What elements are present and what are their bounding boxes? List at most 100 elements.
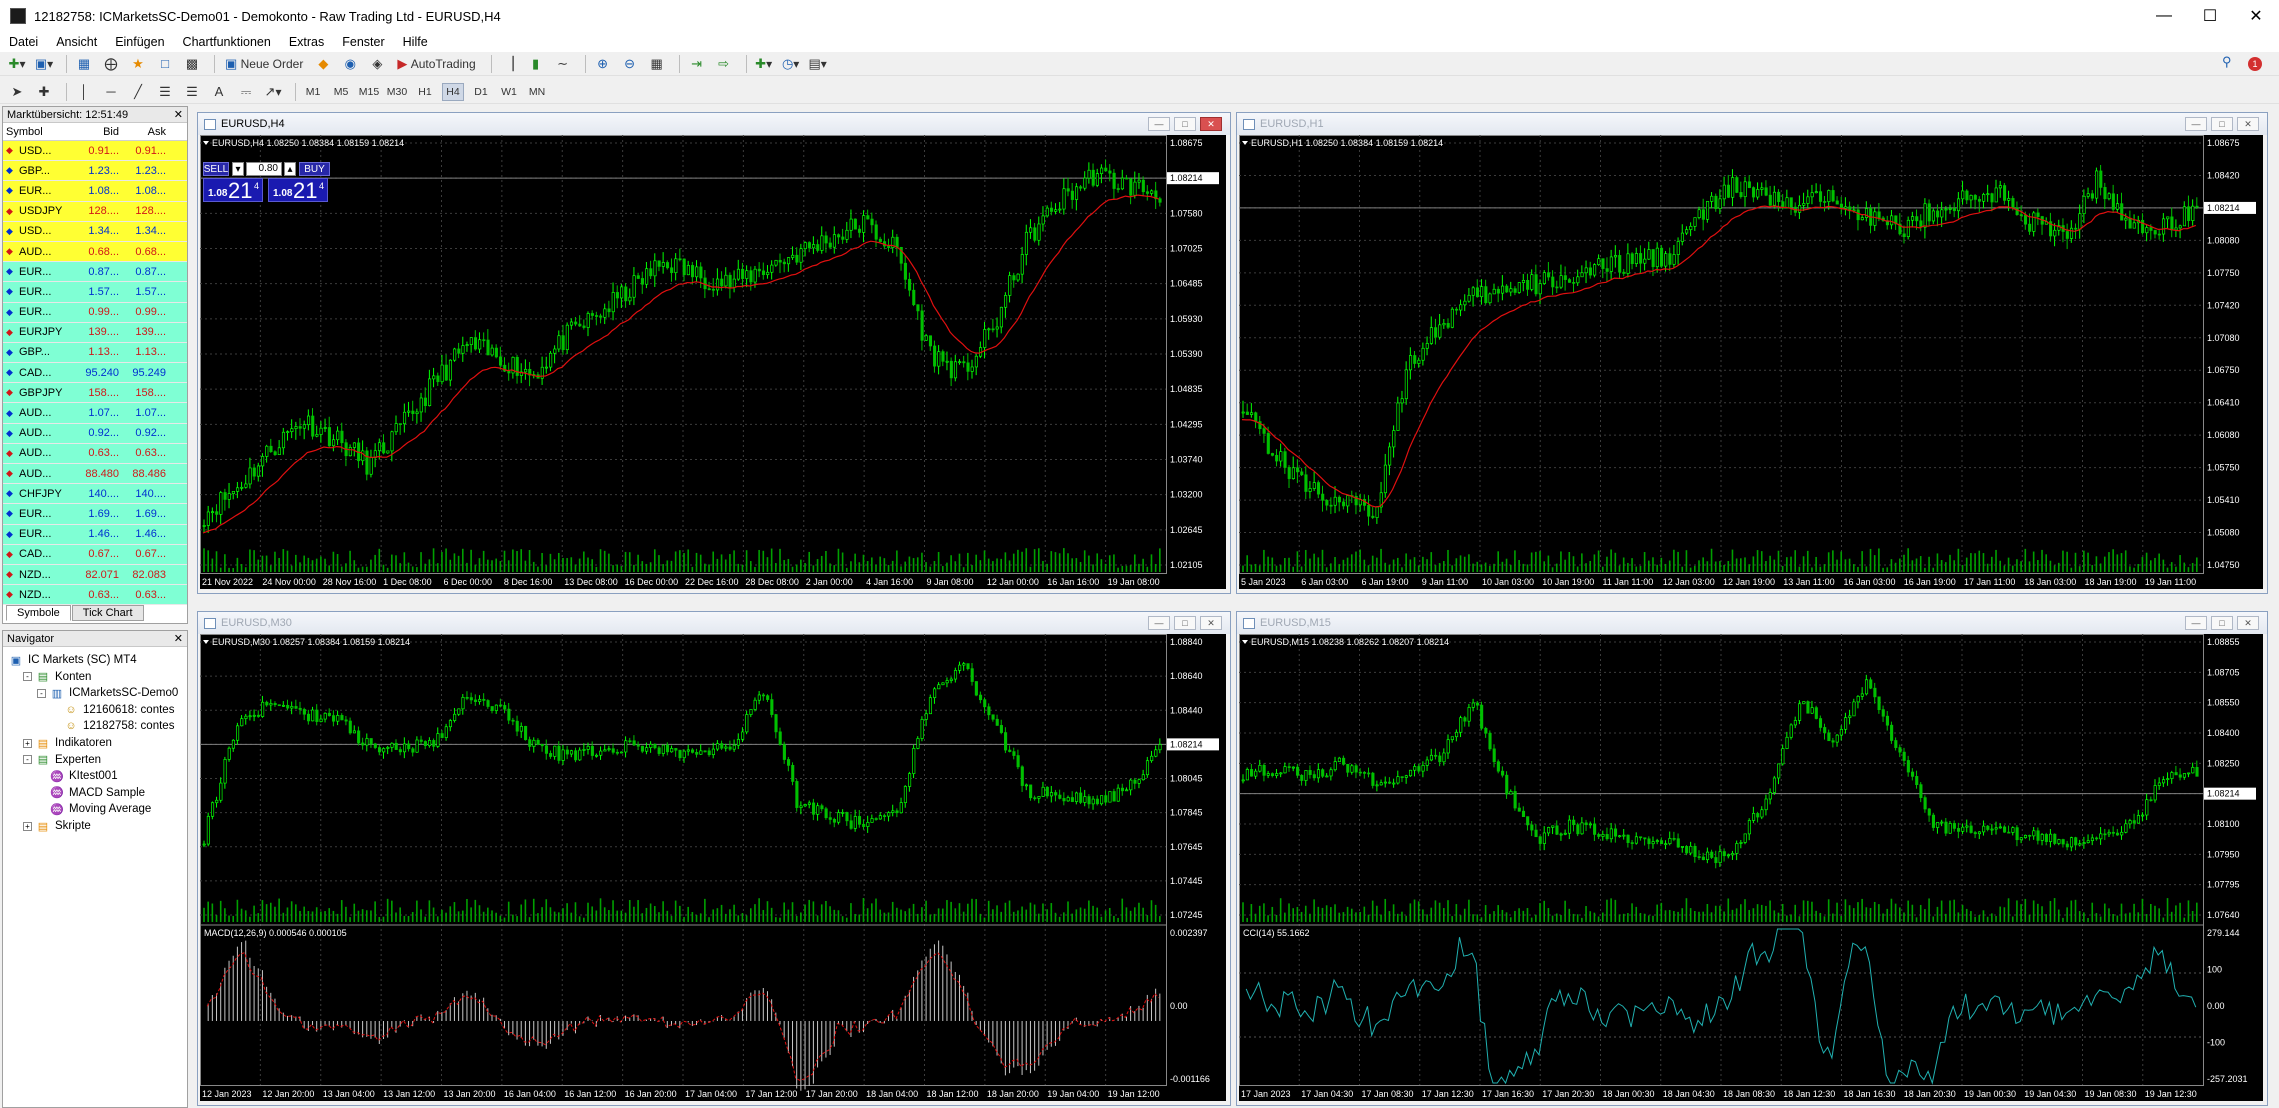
market-watch-row[interactable]: ◆ GBP... 1.23... 1.23... (3, 161, 187, 182)
chart-restore-button[interactable]: □ (1174, 616, 1196, 630)
chart-canvas[interactable]: 1.08855 1.08705 1.08550 1.08400 1.08250 1.082… (1239, 634, 2263, 1101)
vertical-line-tool[interactable]: │ (73, 82, 95, 102)
crosshair-tool[interactable]: ✚ (33, 82, 55, 102)
data-window-toggle[interactable]: ⨁ (100, 54, 122, 74)
channel-tool[interactable]: ☰ (154, 82, 176, 102)
market-watch-row[interactable]: ◆ CAD... 0.67... 0.67... (3, 544, 187, 565)
chart-close-button[interactable]: ✕ (1200, 117, 1222, 131)
navigator-item[interactable]: - ▤ Experten (23, 751, 101, 769)
chart-shift-button[interactable]: ⇥ (686, 54, 708, 74)
timeframe-mn[interactable]: MN (526, 83, 548, 101)
tree-expander-icon[interactable]: + (23, 738, 32, 748)
new-order-button[interactable]: ▣ Neue Order (221, 54, 307, 74)
line-chart-button[interactable]: ∼ (552, 54, 574, 74)
navigator-item[interactable]: ☺ 12182758: contes (51, 717, 174, 735)
menu-chartfunktionen[interactable]: Chartfunktionen (174, 35, 280, 49)
trendline-tool[interactable]: ╱ (127, 82, 149, 102)
lot-decrease-button[interactable]: ▾ (232, 162, 244, 176)
fibonacci-tool[interactable]: ☰ (181, 82, 203, 102)
market-watch-row[interactable]: ◆ AUD... 1.07... 1.07... (3, 403, 187, 424)
chart-window-header[interactable]: EURUSD,M30 — □ ✕ (198, 612, 1230, 634)
market-watch-row[interactable]: ◆ EUR... 1.46... 1.46... (3, 524, 187, 545)
text-label-tool[interactable]: ⎓ (235, 82, 257, 102)
navigator-toggle[interactable]: ★ (127, 54, 149, 74)
timeframe-w1[interactable]: W1 (498, 83, 520, 101)
close-window-button[interactable]: ✕ (2233, 0, 2279, 32)
zoom-in-button[interactable]: ⊕ (592, 54, 614, 74)
tree-expander-icon[interactable]: - (37, 688, 46, 698)
chart-window-eurusd-h4[interactable]: EURUSD,H4— □ ✕ 1.08675 1.08214 1.07580 1.07025… (197, 112, 1231, 594)
candlestick-button[interactable]: ▮ (525, 54, 547, 74)
navigator-item[interactable]: - ▥ ICMarketsSC-Demo0 (37, 684, 178, 702)
notifications-button[interactable]: 1 (2248, 56, 2262, 71)
close-market-watch-button[interactable]: ✕ (174, 108, 183, 121)
arrows-tool[interactable]: ↗ ▾ (262, 82, 284, 102)
buy-price-button[interactable]: 1.08 21 4 (268, 178, 328, 203)
terminal-toggle[interactable]: □ (154, 54, 176, 74)
chart-window-eurusd-m30[interactable]: EURUSD,M30 — □ ✕ 1.08840 1.08640 1.08440 1.0821… (197, 611, 1231, 1106)
market-watch-row[interactable]: ◆ AUD... 0.68... 0.68... (3, 241, 187, 263)
minimize-button[interactable]: — (2141, 0, 2187, 32)
cursor-tool[interactable]: ➤ (6, 82, 28, 102)
close-navigator-button[interactable]: ✕ (174, 632, 183, 645)
market-watch-row[interactable]: ◆ EUR... 1.69... 1.69... (3, 504, 187, 525)
templates-button[interactable]: ▤ ▾ (807, 54, 829, 74)
col-symbol[interactable]: Symbol (3, 126, 71, 138)
market-watch-row[interactable]: ◆ EURJPY 139.... 139.... (3, 322, 187, 343)
market-watch-row[interactable]: ◆ EUR... 1.08... 1.08... (3, 181, 187, 202)
market-watch-row[interactable]: ◆ EUR... 1.57... 1.57... (3, 282, 187, 303)
market-watch-row[interactable]: ◆ EUR... 0.99... 0.99... (3, 302, 187, 323)
market-watch-row[interactable]: ◆ CHFJPY 140.... 140.... (3, 484, 187, 505)
tree-expander-icon[interactable]: - (23, 755, 32, 765)
market-watch-row[interactable]: ◆ CAD... 95.240 95.249 (3, 363, 187, 384)
chart-close-button[interactable]: ✕ (1200, 616, 1222, 630)
chart-canvas[interactable]: 1.086751.082141.075801.070251.064851.059… (200, 135, 1226, 589)
navigator-item[interactable]: - ▤ Konten (23, 668, 91, 686)
bar-chart-button[interactable]: ▕ (498, 54, 520, 74)
metaeditor-button[interactable]: ◆ (312, 54, 334, 74)
market-watch-toggle[interactable]: ▦ (73, 54, 95, 74)
sell-button[interactable]: SELL (203, 162, 229, 176)
market-watch-row[interactable]: ◆ GBPJPY 158.... 158.... (3, 383, 187, 404)
signals-button[interactable]: ◉ (339, 54, 361, 74)
navigator-item[interactable]: ▣ IC Markets (SC) MT4 (9, 651, 137, 669)
navigator-item[interactable]: + ▤ Skripte (23, 817, 91, 835)
chart-minimize-button[interactable]: — (2185, 616, 2207, 630)
tree-expander-icon[interactable]: - (23, 672, 32, 682)
text-tool[interactable]: A (208, 82, 230, 102)
menu-hilfe[interactable]: Hilfe (394, 35, 437, 49)
chart-dropdown-icon[interactable] (1242, 141, 1248, 145)
chart-window-header[interactable]: EURUSD,M15 — □ ✕ (1237, 612, 2267, 634)
tree-expander-icon[interactable]: + (23, 821, 32, 831)
indicators-button[interactable]: ✚ ▾ (753, 54, 775, 74)
chart-minimize-button[interactable]: — (1148, 117, 1170, 131)
menu-fenster[interactable]: Fenster (333, 35, 393, 49)
tab-tick-chart[interactable]: Tick Chart (71, 605, 144, 621)
market-watch-row[interactable]: ◆ EUR... 0.87... 0.87... (3, 262, 187, 283)
navigator-item[interactable]: + ▤ Indikatoren (23, 734, 112, 752)
col-ask[interactable]: Ask (123, 126, 169, 138)
timeframe-m30[interactable]: M30 (386, 83, 408, 101)
timeframe-m1[interactable]: M1 (302, 83, 324, 101)
navigator-item[interactable]: ♒ KItest001 (37, 767, 117, 785)
market-watch-row[interactable]: ◆ GBP... 1.13... 1.13... (3, 342, 187, 364)
buy-button[interactable]: BUY (299, 162, 330, 176)
navigator-item[interactable]: ♒ MACD Sample (37, 784, 145, 802)
market-watch-row[interactable]: ◆ AUD... 88.480 88.486 (3, 464, 187, 485)
search-button[interactable]: ⚲ (2222, 55, 2232, 69)
chart-window-eurusd-h1[interactable]: EURUSD,H1 — □ ✕ 1.08675 1.08420 1.08214 1.08080… (1236, 112, 2268, 594)
strategy-tester-toggle[interactable]: ▩ (181, 54, 203, 74)
timeframe-h4[interactable]: H4 (442, 82, 464, 101)
chart-restore-button[interactable]: □ (1174, 117, 1196, 131)
chart-window-header[interactable]: EURUSD,H1 — □ ✕ (1237, 113, 2267, 135)
market-watch-row[interactable]: ◆ AUD... 0.63... 0.63... (3, 443, 187, 464)
menu-datei[interactable]: Datei (0, 35, 47, 49)
sell-price-button[interactable]: 1.08 21 4 (203, 178, 263, 203)
horizontal-line-tool[interactable]: ─ (100, 82, 122, 102)
market-watch-row[interactable]: ◆ AUD... 0.92... 0.92... (3, 423, 187, 444)
timeframe-d1[interactable]: D1 (470, 83, 492, 101)
profiles-button[interactable]: ▣ ▾ (33, 54, 55, 74)
market-watch-row[interactable]: ◆ USDJPY 128.... 128.... (3, 201, 187, 222)
chart-dropdown-icon[interactable] (203, 141, 209, 145)
lot-increase-button[interactable]: ▴ (284, 162, 296, 176)
